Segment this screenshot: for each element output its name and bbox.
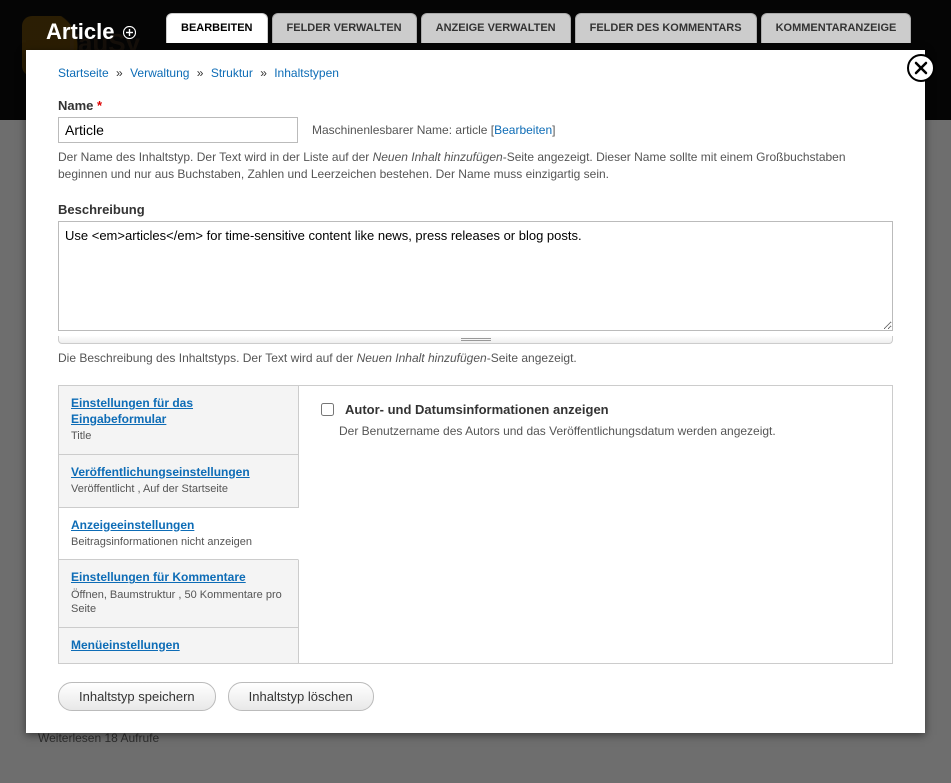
modal-content: Startseite » Verwaltung » Struktur » Inh… [26, 50, 925, 733]
vertical-tabs-list: Einstellungen für das Eingabeformular Ti… [59, 386, 299, 663]
description-help-text: Die Beschreibung des Inhaltstyps. Der Te… [58, 350, 893, 367]
show-author-date-checkbox[interactable] [321, 403, 334, 416]
vtab-form-settings[interactable]: Einstellungen für das Eingabeformular Ti… [59, 386, 298, 454]
textarea-resize-handle[interactable] [58, 336, 893, 344]
tab-edit[interactable]: BEARBEITEN [166, 13, 268, 43]
tab-manage-display[interactable]: ANZEIGE VERWALTEN [421, 13, 571, 43]
name-label: Name * [58, 98, 893, 113]
machine-name: Maschinenlesbarer Name: article [Bearbei… [312, 123, 556, 137]
description-label: Beschreibung [58, 202, 893, 217]
vertical-tabs-content: Autor- und Datumsinformationen anzeigen … [299, 386, 892, 663]
breadcrumb-structure[interactable]: Struktur [211, 66, 253, 80]
breadcrumb-types[interactable]: Inhaltstypen [274, 66, 339, 80]
vtab-comment-settings[interactable]: Einstellungen für Kommentare Öffnen, Bau… [59, 560, 298, 627]
add-icon [122, 25, 136, 39]
vtab-display-settings[interactable]: Anzeigeeinstellungen Beitragsinformation… [59, 508, 299, 561]
tab-manage-fields[interactable]: FELDER VERWALTEN [272, 13, 417, 43]
delete-button[interactable]: Inhaltstyp löschen [228, 682, 374, 711]
tab-comment-display[interactable]: KOMMENTARANZEIGE [761, 13, 912, 43]
close-button[interactable] [907, 54, 935, 82]
show-author-date-description: Der Benutzername des Autors und das Verö… [339, 423, 874, 440]
breadcrumb-home[interactable]: Startseite [58, 66, 109, 80]
vtab-menu-settings[interactable]: Menüeinstellungen [59, 628, 298, 664]
vtab-publishing-settings[interactable]: Veröffentlichungseinstellungen Veröffent… [59, 455, 298, 508]
form-actions: Inhaltstyp speichern Inhaltstyp löschen [58, 682, 893, 711]
name-help-text: Der Name des Inhaltstyp. Der Text wird i… [58, 149, 893, 184]
modal-title: Article [46, 19, 114, 45]
breadcrumb: Startseite » Verwaltung » Struktur » Inh… [58, 66, 893, 80]
tab-comment-fields[interactable]: FELDER DES KOMMENTARS [575, 13, 757, 43]
save-button[interactable]: Inhaltstyp speichern [58, 682, 216, 711]
required-marker: * [97, 98, 102, 113]
primary-tabs: BEARBEITEN FELDER VERWALTEN ANZEIGE VERW… [166, 13, 911, 43]
vertical-tabs: Einstellungen für das Eingabeformular Ti… [58, 385, 893, 664]
description-textarea[interactable]: Use <em>articles</em> for time-sensitive… [58, 221, 893, 331]
modal-titlebar: Article BEARBEITEN FELDER VERWALTEN ANZE… [26, 14, 925, 50]
machine-name-edit-link[interactable]: Bearbeiten [494, 123, 552, 137]
name-input[interactable] [58, 117, 298, 143]
show-author-date-label: Autor- und Datumsinformationen anzeigen [345, 402, 609, 417]
breadcrumb-admin[interactable]: Verwaltung [130, 66, 189, 80]
close-icon [914, 61, 928, 75]
modal-dialog: Article BEARBEITEN FELDER VERWALTEN ANZE… [26, 14, 925, 745]
